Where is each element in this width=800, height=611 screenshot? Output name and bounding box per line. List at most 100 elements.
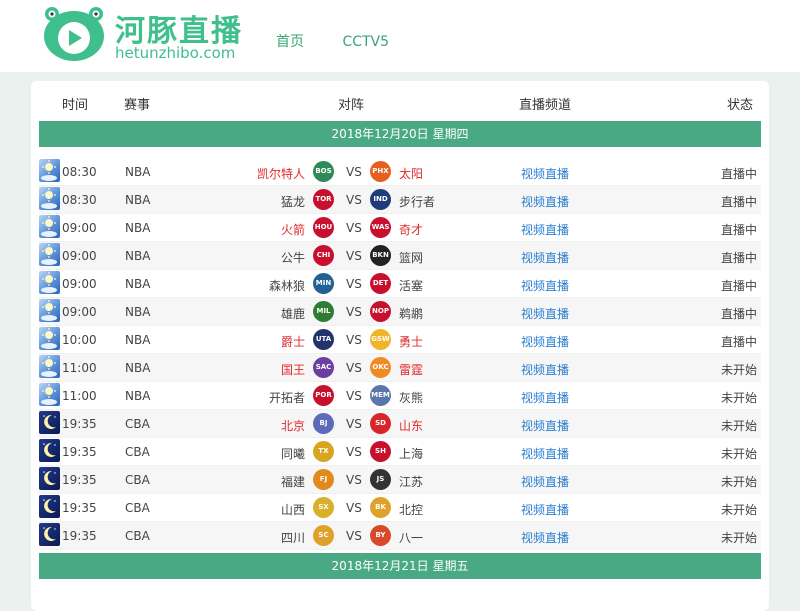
pufferfish-logo-icon [44,7,104,61]
site-logo[interactable]: 河豚直播 hetunzhibo.com [38,2,258,66]
away-team: 上海 [399,447,424,461]
game-status: 直播中 [720,251,757,265]
daytime-icon [39,271,60,294]
live-video-link[interactable]: 视频直播 [521,305,569,322]
game-league: NBA [125,361,151,375]
away-team: 山东 [399,419,424,433]
game-time: 19:35 [62,417,97,431]
header-status: 状态 [726,98,753,113]
vs-label: VS [346,417,362,431]
game-status: 未开始 [720,447,757,461]
game-time: 19:35 [62,501,97,515]
vs-label: VS [346,193,362,207]
live-video-link[interactable]: 视频直播 [521,333,569,350]
home-team: 四川 [280,531,305,545]
game-league: CBA [125,501,150,515]
game-league: NBA [125,333,151,347]
game-time: 10:00 [62,333,97,347]
nav-home[interactable]: 首页 [276,34,304,50]
nav-cctv5[interactable]: CCTV5 [342,34,389,50]
night-moon-icon [39,411,60,434]
header-time: 时间 [62,98,89,113]
vs-label: VS [346,305,362,319]
live-video-link[interactable]: 视频直播 [521,249,569,266]
away-team-logo-icon: OKC [370,357,391,378]
home-team: 爵士 [280,335,305,349]
live-video-link[interactable]: 视频直播 [521,277,569,294]
live-video-link[interactable]: 视频直播 [521,361,569,378]
main-nav: 首页 CCTV5 [276,31,389,51]
away-team-logo-icon: NOP [370,301,391,322]
live-video-link[interactable]: 视频直播 [521,165,569,182]
home-team: 同曦 [280,447,305,461]
live-video-link[interactable]: 视频直播 [521,501,569,518]
daytime-icon [39,159,60,182]
header-league: 赛事 [124,98,151,113]
table-row: 19:35 CBA 北京 BJ VS SD 山东 视频直播 未开始 [39,410,761,438]
home-team: 开拓者 [268,391,305,405]
table-row: 10:00 NBA 爵士 UTA VS GSW 勇士 视频直播 直播中 [39,326,761,354]
home-team-logo-icon: BOS [313,161,334,182]
home-team-logo-icon: BJ [313,413,334,434]
game-status: 未开始 [720,531,757,545]
away-team: 篮网 [399,251,424,265]
live-video-link[interactable]: 视频直播 [521,389,569,406]
daytime-icon [39,187,60,210]
away-team: 奇才 [399,223,424,237]
game-time: 09:00 [62,249,97,263]
live-video-link[interactable]: 视频直播 [521,221,569,238]
live-video-link[interactable]: 视频直播 [521,193,569,210]
away-team-logo-icon: SD [370,413,391,434]
live-video-link[interactable]: 视频直播 [521,473,569,490]
night-moon-icon [39,439,60,462]
away-team-logo-icon: WAS [370,217,391,238]
date-bar: 2018年12月21日 星期五 [39,553,761,579]
home-team-logo-icon: SC [313,525,334,546]
live-video-link[interactable]: 视频直播 [521,445,569,462]
table-row: 19:35 CBA 福建 FJ VS JS 江苏 视频直播 未开始 [39,466,761,494]
away-team-logo-icon: SH [370,441,391,462]
vs-label: VS [346,249,362,263]
site-header: 河豚直播 hetunzhibo.com 首页 CCTV5 [0,0,800,72]
home-team: 北京 [280,419,305,433]
home-team-logo-icon: SX [313,497,334,518]
logo-domain: hetunzhibo.com [115,44,236,62]
live-video-link[interactable]: 视频直播 [521,529,569,546]
daytime-icon [39,299,60,322]
daytime-icon [39,327,60,350]
table-row: 08:30 NBA 猛龙 TOR VS IND 步行者 视频直播 直播中 [39,186,761,214]
vs-label: VS [346,333,362,347]
away-team-logo-icon: BK [370,497,391,518]
vs-label: VS [346,277,362,291]
away-team-logo-icon: IND [370,189,391,210]
table-row: 19:35 CBA 四川 SC VS BY 八一 视频直播 未开始 [39,522,761,550]
schedule-card: 时间 赛事 对阵 直播频道 状态 2018年12月20日 星期四 08:30 NB… [31,81,769,611]
game-league: NBA [125,193,151,207]
vs-label: VS [346,165,362,179]
home-team-logo-icon: TX [313,441,334,462]
vs-label: VS [346,529,362,543]
game-league: NBA [125,389,151,403]
game-league: CBA [125,445,150,459]
date-bar: 2018年12月20日 星期四 [39,121,761,147]
away-team: 八一 [399,531,424,545]
table-row: 09:00 NBA 火箭 HOU VS WAS 奇才 视频直播 直播中 [39,214,761,242]
game-status: 直播中 [720,335,757,349]
game-league: NBA [125,165,151,179]
header-channel: 直播频道 [519,98,572,113]
game-status: 直播中 [720,167,757,181]
away-team-logo-icon: MEM [370,385,391,406]
daytime-icon [39,243,60,266]
table-row: 08:30 NBA 凯尔特人 BOS VS PHX 太阳 视频直播 直播中 [39,158,761,186]
vs-label: VS [346,501,362,515]
home-team-logo-icon: MIL [313,301,334,322]
vs-label: VS [346,361,362,375]
game-league: NBA [125,221,151,235]
away-team: 勇士 [399,335,424,349]
game-status: 未开始 [720,419,757,433]
game-status: 未开始 [720,503,757,517]
table-row: 09:00 NBA 森林狼 MIN VS DET 活塞 视频直播 直播中 [39,270,761,298]
home-team: 国王 [280,363,305,377]
live-video-link[interactable]: 视频直播 [521,417,569,434]
home-team-logo-icon: SAC [313,357,334,378]
